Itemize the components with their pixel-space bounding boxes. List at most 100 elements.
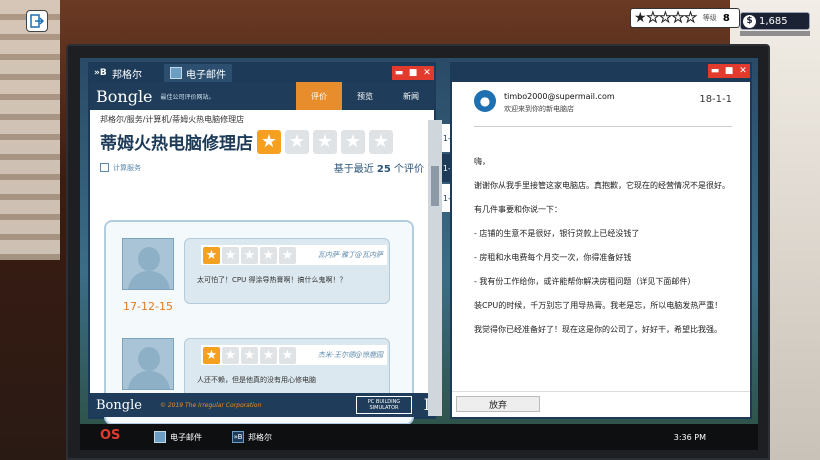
star-icon: ★: [203, 346, 220, 364]
reviewer-name[interactable]: 瓦内萨·雅丁@瓦内萨: [318, 250, 383, 260]
review-text: 人还不赖，但是他真的没有用心修电脑: [197, 376, 316, 384]
email-body: 嗨， 谢谢你从我手里接管这家电脑店。真抱歉，它现在的经营情况不是很好。 有几件事…: [474, 156, 732, 348]
star-icon: ★: [241, 246, 258, 264]
window-blinds: [0, 0, 60, 260]
avatar: [122, 238, 174, 290]
star-icon: ★: [341, 129, 365, 154]
monitor: »B 邦格尔 电子邮件 ▬ ■ ✕ Bongle 最佳公司评价网站。 评价 预览: [66, 44, 770, 460]
based-suffix: 个评价: [394, 164, 424, 175]
star-icon: ★: [634, 10, 647, 26]
review-card: ★ ★ ★ ★ ★ 瓦内萨·雅丁@瓦内萨 太可怕了！CPU 得涂导热膏啊！搞什么…: [184, 238, 390, 304]
email-paragraph: - 房租和水电费每个月交一次，你得准备好钱: [474, 253, 632, 262]
tab-email[interactable]: 电子邮件: [164, 64, 232, 82]
star-icon: ★: [241, 346, 258, 364]
review-item: 17-12-15 ★ ★ ★ ★ ★ 瓦内萨·雅丁@瓦内萨 太可怕了！CPU 得…: [122, 238, 402, 328]
avatar: [122, 338, 174, 390]
star-icon: ★: [260, 346, 277, 364]
email-from: timbo2000@supermail.com: [504, 92, 615, 101]
tab-email-label: 电子邮件: [186, 69, 226, 81]
bongle-scrollbar[interactable]: [428, 120, 442, 416]
bongle-app-icon: »B: [232, 431, 244, 443]
email-app-icon: [154, 431, 166, 443]
star-icon: ★: [279, 246, 296, 264]
email-paragraph: - 店铺的生意不是很好，银行贷款上已经没钱了: [474, 229, 640, 238]
taskbar-bongle[interactable]: »B 邦格尔: [232, 431, 272, 443]
close-icon[interactable]: ✕: [420, 68, 434, 78]
level-value: 8: [722, 12, 730, 24]
email-titlebar[interactable]: ▬ ■ ✕: [452, 64, 750, 82]
email-paragraph: - 我有份工作给你，或许能帮你解决房租问题（详见下面邮件）: [474, 277, 696, 286]
taskbar-email-label: 电子邮件: [170, 432, 202, 442]
email-paragraph: 谢谢你从我手里接管这家电脑店。真抱歉，它现在的经营情况不是很好。: [474, 181, 730, 190]
bongle-titlebar[interactable]: »B 邦格尔 电子邮件 ▬ ■ ✕: [90, 64, 434, 82]
bongle-window: »B 邦格尔 电子邮件 ▬ ■ ✕ Bongle 最佳公司评价网站。 评价 预览: [88, 62, 436, 425]
nav-preview[interactable]: 预览: [342, 82, 388, 110]
copyright: © 2019 The Irregular Corporation: [159, 401, 262, 409]
star-icon: ★: [260, 246, 277, 264]
exit-icon[interactable]: [26, 10, 48, 32]
minimize-icon[interactable]: ▬: [708, 66, 722, 76]
star-icon: ★: [684, 10, 698, 26]
star-icon: ★: [369, 129, 393, 154]
discard-button[interactable]: 放弃: [456, 396, 540, 412]
divider: [474, 126, 732, 127]
shop-name: 蒂姆火热电脑修理店: [100, 134, 253, 154]
review-text: 太可怕了！CPU 得涂导热膏啊！搞什么鬼啊！？: [197, 276, 347, 284]
shop-title-row: 蒂姆火热电脑修理店 ★ ★ ★ ★ ★: [90, 129, 434, 154]
email-date: 18-1-1: [699, 94, 732, 105]
review-rating: ★ ★ ★ ★ ★ 杰米·王尔德@惊鹿园: [201, 345, 387, 365]
bongle-slogan: 最佳公司评价网站。: [160, 93, 215, 101]
breadcrumb: 邦格尔/服务/计算机/蒂姆火热电脑修理店: [100, 115, 245, 124]
taskbar-clock: 3:36 PM: [673, 432, 706, 442]
email-footer: 放弃: [452, 391, 750, 417]
star-icon: ★: [203, 246, 220, 264]
close-icon[interactable]: ✕: [736, 66, 750, 76]
maximize-icon[interactable]: ■: [406, 68, 420, 78]
os-start-button[interactable]: OS: [100, 428, 124, 446]
desktop-screen: »B 邦格尔 电子邮件 ▬ ■ ✕ Bongle 最佳公司评价网站。 评价 预览: [80, 58, 758, 450]
maximize-icon[interactable]: ■: [722, 66, 736, 76]
review-count: 基于最近 25 个评价: [334, 160, 424, 175]
sub-row: 计算服务 基于最近 25 个评价: [90, 154, 434, 181]
bongle-window-title: 邦格尔: [112, 69, 142, 81]
star-icon: ★: [222, 346, 239, 364]
bongle-logo[interactable]: Bongle: [96, 87, 153, 106]
reputation-stars: ★ ★ ★ ★ ★ 等级 8: [630, 8, 740, 28]
email-app-icon: [170, 67, 182, 79]
calc-service-label: 计算服务: [113, 163, 141, 172]
email-subject: 欢迎来到你的新电脑店: [504, 105, 574, 113]
star-icon: ★: [671, 10, 685, 26]
hud: ★ ★ ★ ★ ★ 等级 8 $ 1,685: [630, 8, 810, 38]
nav-reviews[interactable]: 评价: [296, 82, 342, 110]
bongle-app-icon: »B: [94, 68, 107, 78]
calc-service-link[interactable]: 计算服务: [100, 163, 141, 173]
star-icon: ★: [222, 246, 239, 264]
email-window: ▬ ■ ✕ ● timbo2000@supermail.com 欢迎来到你的新电…: [450, 62, 752, 419]
star-icon: ★: [659, 10, 673, 26]
review-rating: ★ ★ ★ ★ ★ 瓦内萨·雅丁@瓦内萨: [201, 245, 387, 265]
star-icon: ★: [646, 10, 660, 26]
bongle-nav: 评价 预览 新闻: [296, 82, 434, 110]
bongle-header: Bongle 最佳公司评价网站。 评价 预览 新闻: [90, 82, 434, 110]
scroll-thumb[interactable]: [431, 166, 439, 206]
star-icon: ★: [313, 129, 337, 154]
calculator-icon: [100, 163, 109, 172]
money-value: 1,685: [759, 15, 788, 27]
window-controls: ▬ ■ ✕: [392, 66, 434, 80]
bongle-footer: Bongle © 2019 The Irregular Corporation …: [90, 393, 434, 417]
window-controls: ▬ ■ ✕: [708, 64, 750, 78]
minimize-icon[interactable]: ▬: [392, 68, 406, 78]
nav-news[interactable]: 新闻: [388, 82, 434, 110]
reviewer-name[interactable]: 杰米·王尔德@惊鹿园: [318, 350, 383, 360]
taskbar: OS 电子邮件 »B 邦格尔 3:36 PM: [80, 424, 758, 450]
star-icon: ★: [285, 129, 309, 154]
pcbs-logo: PC BUILDING SIMULATOR: [356, 396, 412, 414]
email-paragraph: 嗨，: [474, 157, 490, 166]
star-icon: ★: [257, 129, 281, 154]
xp-bar: [740, 31, 810, 36]
dollar-coin-icon: $: [743, 14, 756, 28]
taskbar-email[interactable]: 电子邮件: [154, 431, 202, 443]
bongle-footer-logo: Bongle: [96, 397, 142, 413]
based-count: 25: [376, 164, 391, 175]
level-label: 等级: [702, 14, 717, 22]
